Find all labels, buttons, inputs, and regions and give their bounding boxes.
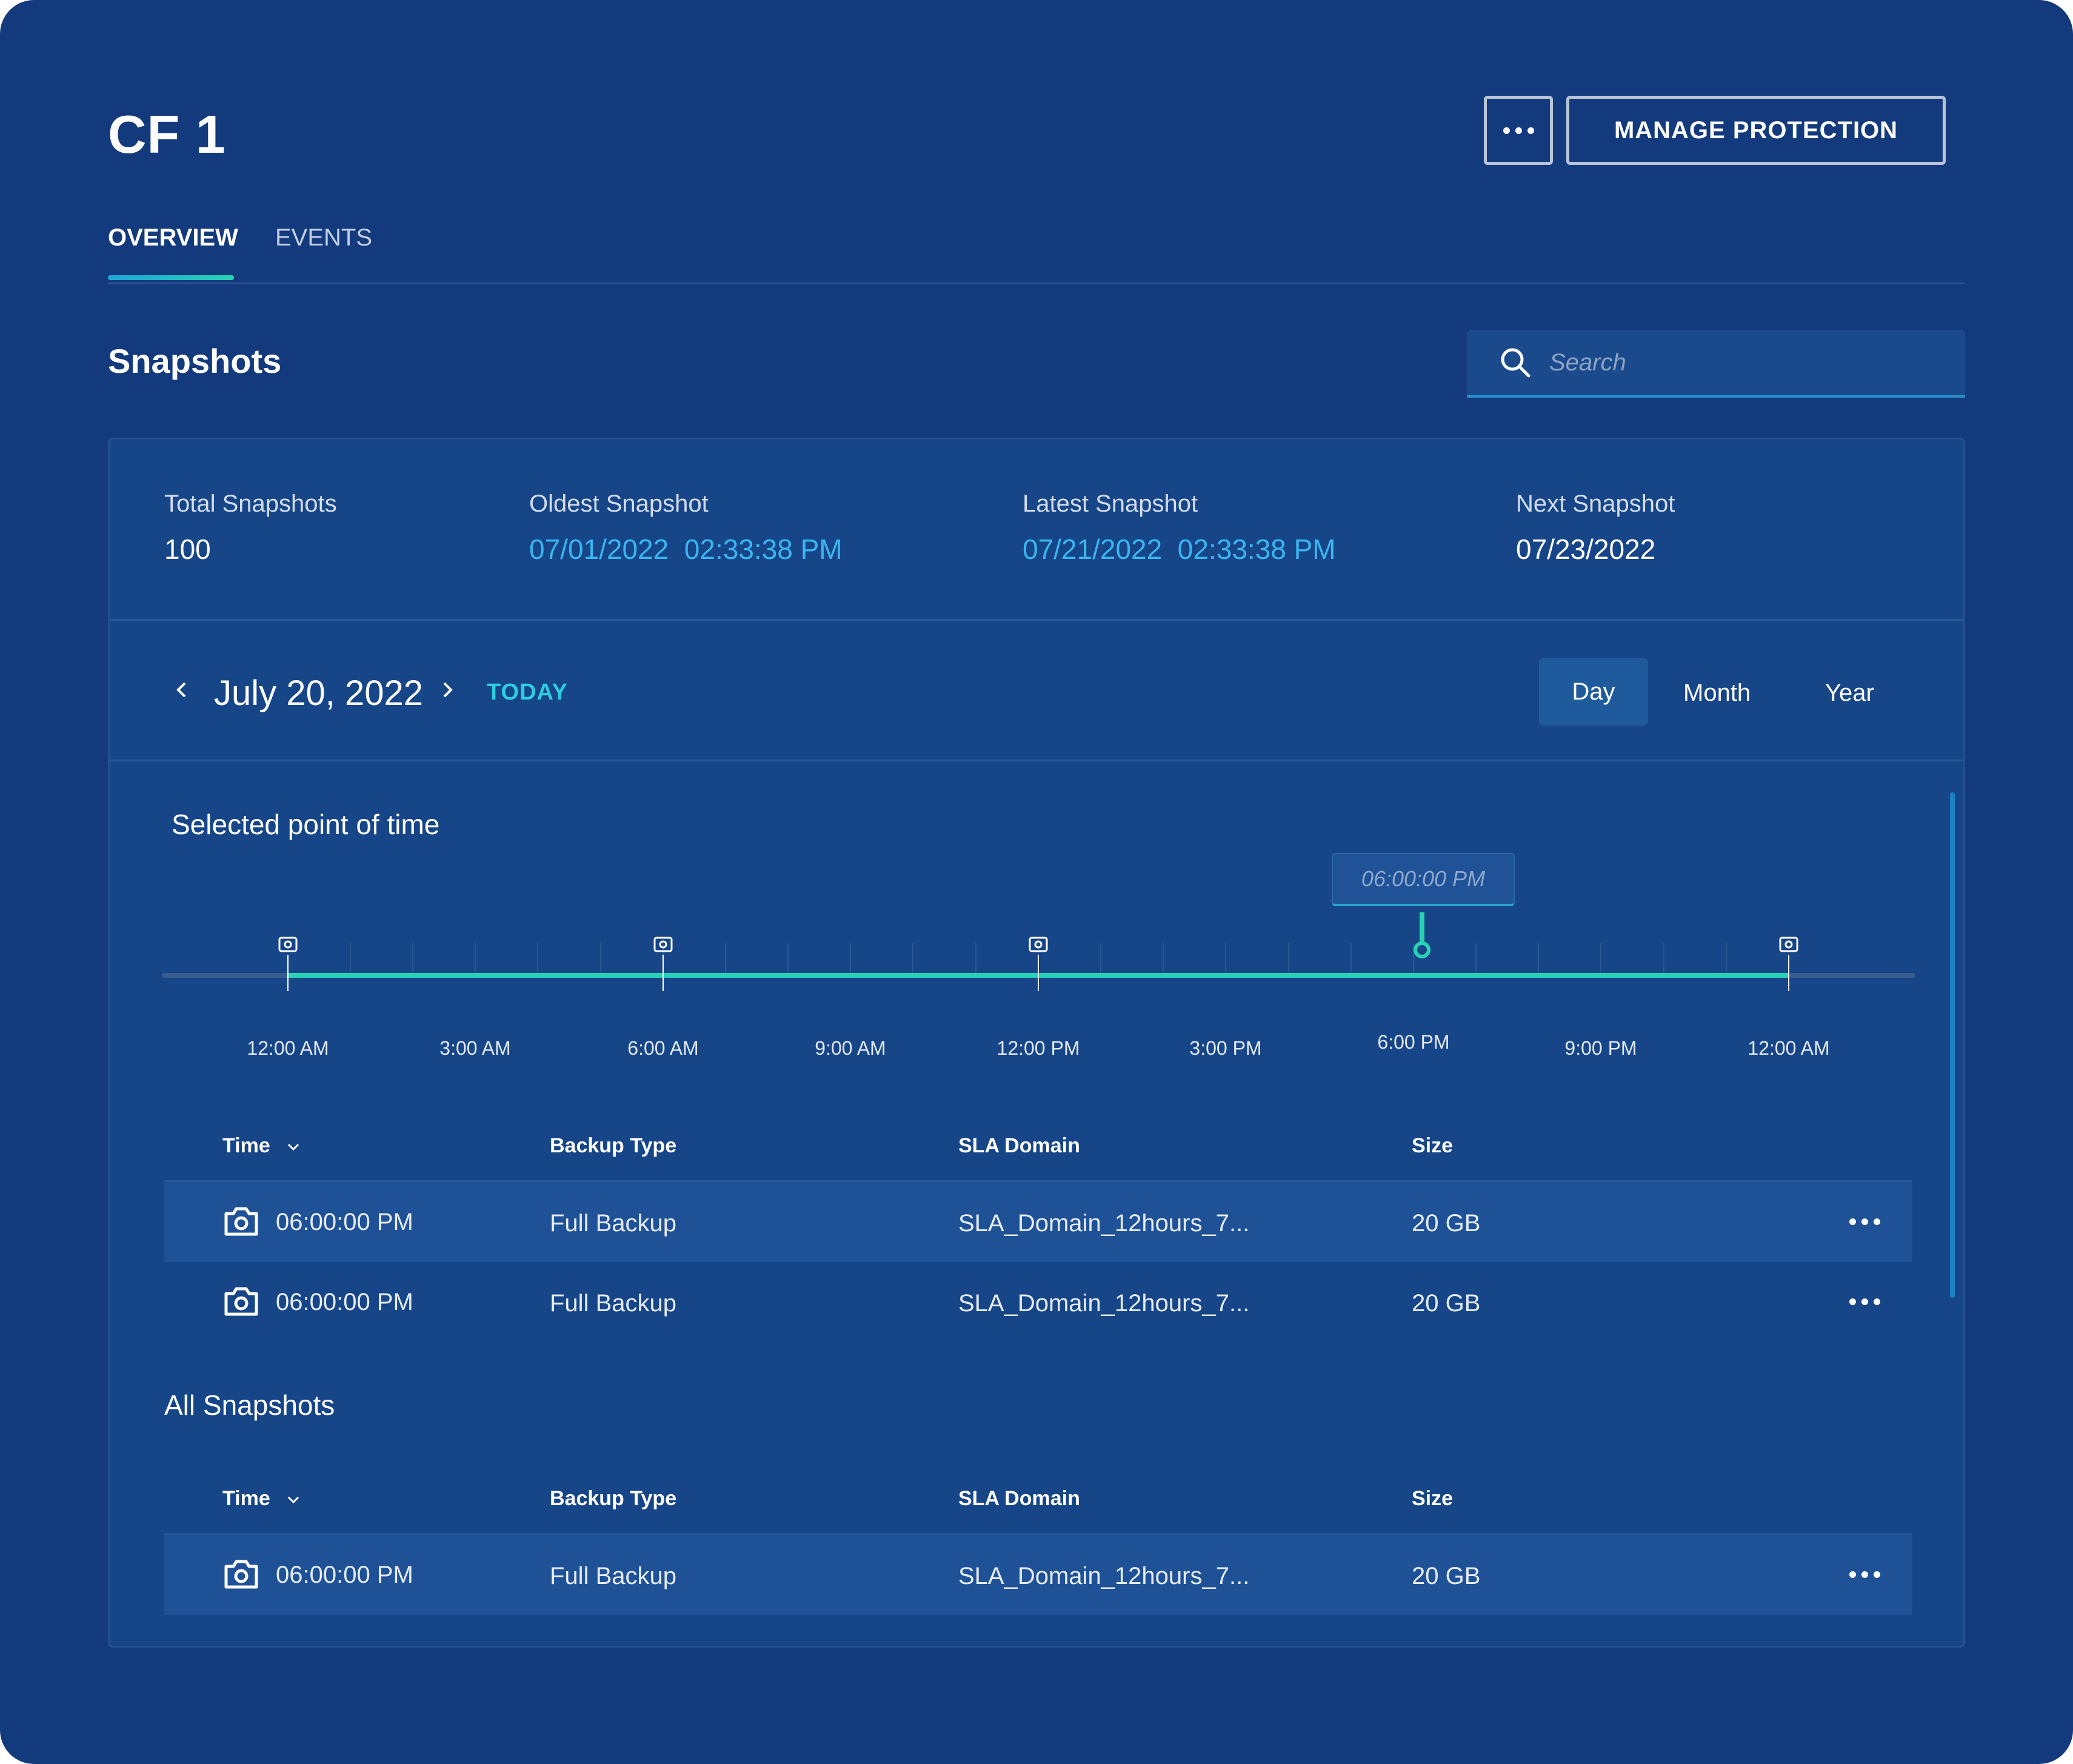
- row-size: 20 GB: [1412, 1210, 1481, 1237]
- timeline-tick-label: 6:00 PM: [1377, 1031, 1450, 1053]
- row-more-icon[interactable]: [1849, 1298, 1880, 1305]
- date-nav-divider: [110, 760, 1963, 761]
- manage-protection-button[interactable]: MANAGE PROTECTION: [1566, 96, 1946, 165]
- search-input[interactable]: Search: [1467, 330, 1965, 398]
- view-year-button[interactable]: Year: [1825, 681, 1874, 705]
- timeline-tick-label: 3:00 PM: [1189, 1037, 1262, 1059]
- column-header-size[interactable]: Size: [1412, 1135, 1453, 1156]
- stat-latest-link[interactable]: 07/21/2022 02:33:38 PM: [1023, 535, 1336, 563]
- row-time: 06:00:00 PM: [276, 1209, 413, 1235]
- stat-latest-label: Latest Snapshot: [1023, 490, 1198, 517]
- row-sla-domain: SLA_Domain_12hours_7...: [958, 1210, 1250, 1237]
- column-header-time-label: Time: [222, 1134, 270, 1157]
- search-icon: [1501, 348, 1531, 378]
- row-size: 20 GB: [1412, 1563, 1481, 1589]
- stat-total-value: 100: [164, 533, 211, 565]
- camera-icon: [224, 1287, 258, 1316]
- more-icon: [1503, 127, 1534, 134]
- stat-oldest-label: Oldest Snapshot: [529, 490, 709, 517]
- row-more-icon[interactable]: [1849, 1571, 1880, 1578]
- column-header-time[interactable]: Time: [222, 1488, 300, 1509]
- tab-overview[interactable]: OVERVIEW: [108, 226, 238, 250]
- column-header-sla-domain[interactable]: SLA Domain: [958, 1135, 1080, 1156]
- camera-icon: [224, 1560, 258, 1589]
- timeline-tick-label: 9:00 AM: [815, 1037, 886, 1059]
- row-backup-type: Full Backup: [550, 1563, 676, 1589]
- timeline-tick-label: 9:00 PM: [1564, 1037, 1637, 1059]
- chevron-down-icon: [288, 1143, 299, 1151]
- stat-oldest-link[interactable]: 07/01/2022 02:33:38 PM: [529, 535, 843, 563]
- stats-divider: [110, 619, 1963, 621]
- row-more-icon[interactable]: [1849, 1218, 1880, 1225]
- chevron-down-icon: [288, 1496, 299, 1504]
- column-header-sla-domain[interactable]: SLA Domain: [958, 1488, 1080, 1509]
- row-backup-type: Full Backup: [550, 1290, 676, 1317]
- scrollbar[interactable]: [1950, 792, 1955, 1298]
- timeline-tick-label: 12:00 AM: [247, 1037, 329, 1059]
- column-header-time-label: Time: [222, 1487, 270, 1510]
- row-time: 06:00:00 PM: [276, 1289, 413, 1315]
- snapshots-heading: Snapshots: [108, 342, 282, 380]
- row-backup-type: Full Backup: [550, 1210, 676, 1237]
- page-title: CF 1: [108, 104, 226, 164]
- tab-events[interactable]: EVENTS: [275, 226, 372, 250]
- row-sla-domain: SLA_Domain_12hours_7...: [958, 1290, 1250, 1317]
- time-tooltip: 06:00:00 PM: [1332, 853, 1515, 906]
- camera-icon: [224, 1207, 258, 1236]
- column-header-backup-type[interactable]: Backup Type: [550, 1135, 676, 1156]
- tab-divider: [108, 282, 1965, 284]
- selected-point-heading: Selected point of time: [172, 809, 440, 840]
- table-row[interactable]: 06:00:00 PM Full Backup SLA_Domain_12hou…: [164, 1262, 1912, 1342]
- timeline-tick-label: 6:00 AM: [627, 1037, 699, 1059]
- timeline-tick-label: 12:00 PM: [996, 1037, 1080, 1059]
- table-row[interactable]: 06:00:00 PM Full Backup SLA_Domain_12hou…: [164, 1535, 1912, 1615]
- table-row[interactable]: 06:00:00 PM Full Backup SLA_Domain_12hou…: [164, 1182, 1912, 1262]
- column-header-size[interactable]: Size: [1412, 1488, 1453, 1509]
- view-month-button[interactable]: Month: [1683, 681, 1751, 705]
- selected-time-marker: [1414, 912, 1430, 958]
- column-header-backup-type[interactable]: Backup Type: [550, 1488, 676, 1509]
- timeline[interactable]: [110, 912, 1928, 1009]
- more-options-button[interactable]: [1484, 96, 1553, 165]
- all-snapshots-heading: All Snapshots: [164, 1389, 335, 1421]
- today-button[interactable]: TODAY: [487, 681, 568, 704]
- stat-next-label: Next Snapshot: [1516, 490, 1675, 517]
- row-time: 06:00:00 PM: [276, 1562, 413, 1588]
- snapshots-panel: Total Snapshots 100 Oldest Snapshot 07/0…: [108, 438, 1965, 1648]
- current-date: July 20, 2022: [214, 673, 424, 713]
- row-size: 20 GB: [1412, 1290, 1481, 1317]
- chevron-left-icon[interactable]: [173, 681, 191, 699]
- view-day-button[interactable]: Day: [1539, 658, 1648, 726]
- timeline-tick-label: 12:00 AM: [1748, 1037, 1830, 1059]
- timeline-tick-label: 3:00 AM: [439, 1037, 511, 1059]
- search-placeholder: Search: [1549, 349, 1626, 376]
- row-sla-domain: SLA_Domain_12hours_7...: [958, 1563, 1250, 1589]
- stat-total-label: Total Snapshots: [164, 490, 337, 517]
- column-header-time[interactable]: Time: [222, 1135, 300, 1156]
- stat-next-value: 07/23/2022: [1516, 533, 1656, 565]
- active-tab-indicator: [108, 275, 234, 280]
- chevron-right-icon[interactable]: [438, 681, 456, 699]
- view-day-label: Day: [1572, 678, 1615, 705]
- app-window: CF 1 MANAGE PROTECTION OVERVIEW EVENTS S…: [0, 0, 2073, 1764]
